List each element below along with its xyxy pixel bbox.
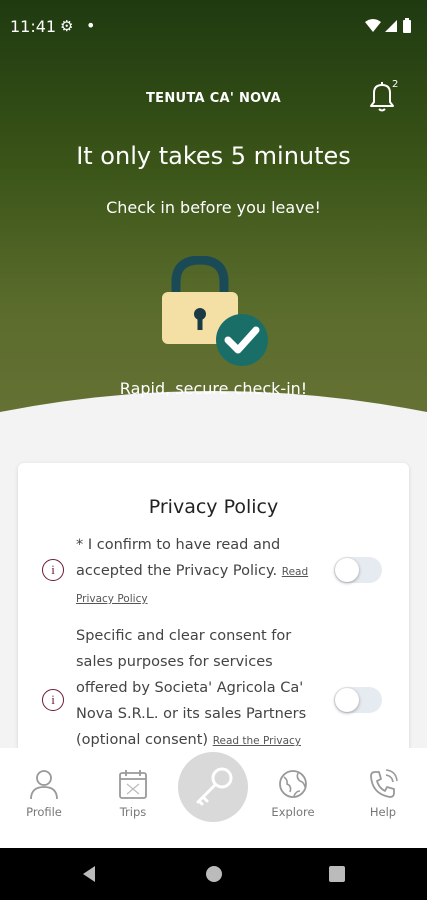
privacy-consent-toggle[interactable] bbox=[334, 557, 382, 583]
nav-label-profile: Profile bbox=[26, 805, 62, 819]
toggle-knob bbox=[335, 558, 359, 582]
status-time: 11:41 bbox=[10, 17, 57, 36]
sales-consent-toggle[interactable] bbox=[334, 687, 382, 713]
notification-badge: 2 bbox=[392, 79, 399, 90]
globe-icon bbox=[279, 770, 307, 798]
hero-caption: Rapid, secure check-in! bbox=[119, 379, 308, 398]
system-icons bbox=[365, 18, 411, 33]
brand-title: TENUTA CA' NOVA bbox=[145, 91, 282, 106]
nav-explore[interactable]: Explore bbox=[253, 748, 333, 848]
nav-label-explore: Explore bbox=[271, 805, 315, 819]
sales-consent-label: Specific and clear consent for sales pur… bbox=[76, 628, 307, 748]
key-icon bbox=[196, 767, 233, 806]
status-bar: 11:41 ⚙ • bbox=[0, 0, 427, 56]
privacy-card: Privacy Policy i * I confirm to have rea… bbox=[18, 463, 409, 763]
recents-icon[interactable] bbox=[329, 866, 345, 882]
nav-profile[interactable]: Profile bbox=[4, 748, 84, 848]
info-icon[interactable]: i bbox=[42, 689, 64, 711]
calendar-icon bbox=[119, 770, 147, 799]
android-navigation-bar bbox=[0, 848, 427, 900]
nav-label-help: Help bbox=[369, 805, 397, 819]
back-icon[interactable] bbox=[80, 865, 98, 883]
page-title: It only takes 5 minutes bbox=[76, 142, 351, 170]
person-icon bbox=[30, 770, 58, 800]
read-privacy-link[interactable]: Read the Privacy bbox=[213, 735, 301, 747]
phone-icon bbox=[370, 769, 398, 798]
nav-help[interactable]: Help bbox=[343, 748, 423, 848]
nav-trips[interactable]: Trips bbox=[93, 748, 173, 848]
info-icon[interactable]: i bbox=[42, 559, 64, 581]
lock-check-icon bbox=[162, 256, 268, 366]
privacy-title: Privacy Policy bbox=[148, 496, 279, 518]
wifi-icon bbox=[365, 19, 381, 32]
gear-icon: ⚙ bbox=[60, 17, 74, 35]
nav-label-trips: Trips bbox=[119, 805, 147, 819]
dot-icon: • bbox=[86, 16, 96, 35]
privacy-consent-label: * I confirm to have read and accepted th… bbox=[76, 537, 281, 579]
page-subtitle: Check in before you leave! bbox=[106, 198, 321, 217]
battery-icon bbox=[403, 20, 411, 33]
check-in-key-button[interactable] bbox=[178, 752, 248, 822]
home-icon[interactable] bbox=[205, 865, 223, 883]
privacy-consent-text: * I confirm to have read and accepted th… bbox=[76, 532, 328, 612]
signal-icon bbox=[385, 20, 397, 32]
toggle-knob bbox=[335, 688, 359, 712]
sales-consent-text: Specific and clear consent for sales pur… bbox=[76, 623, 328, 754]
